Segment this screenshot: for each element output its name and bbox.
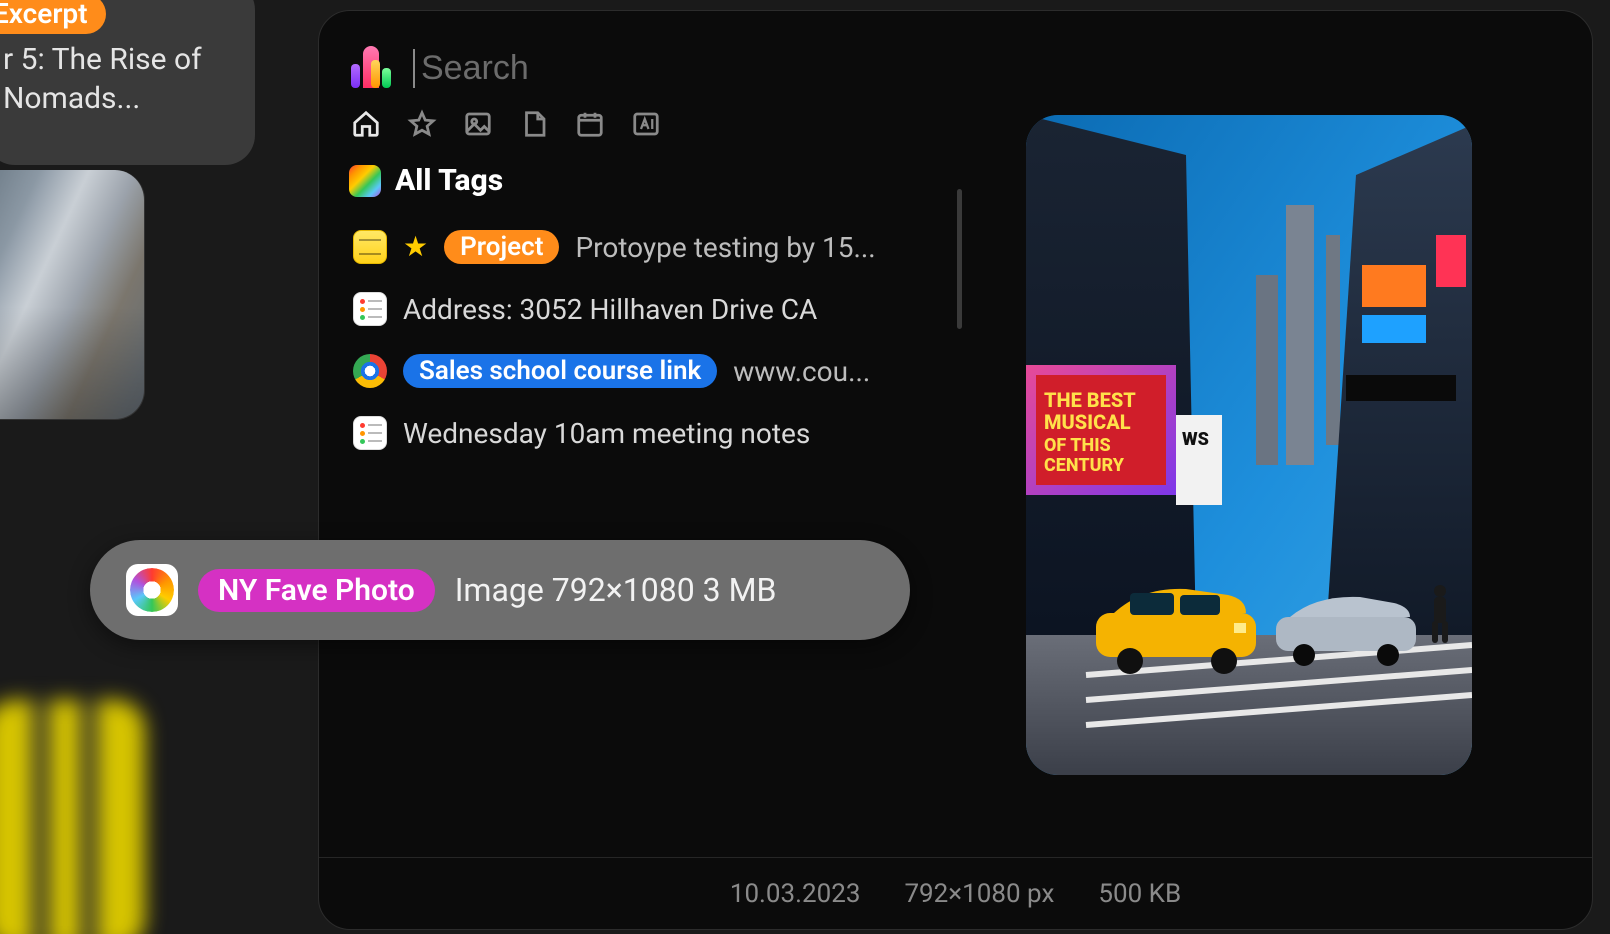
image-icon[interactable]	[463, 109, 493, 139]
spotlight-window: All Tags ★ Project Protoype testing by 1…	[318, 10, 1593, 930]
result-text: Protoype testing by 15...	[575, 231, 900, 264]
notes-app-icon	[353, 230, 387, 264]
calendar-icon[interactable]	[575, 109, 605, 139]
app-logo-icon	[349, 46, 393, 90]
result-text: Wednesday 10am meeting notes	[403, 417, 900, 450]
background-excerpt-card: Excerpt r 5: The Rise of Nomads...	[0, 0, 255, 165]
preview-image: THE BEST MUSICAL OF THIS CENTURY WS	[1026, 115, 1472, 775]
excerpt-pill: Excerpt	[0, 0, 106, 34]
result-item[interactable]: Wednesday 10am meeting notes	[349, 402, 904, 464]
background-thumbnail-train	[0, 700, 145, 934]
svg-text:THE BEST: THE BEST	[1044, 388, 1136, 412]
status-date: 10.03.2023	[730, 879, 861, 909]
ai-icon[interactable]	[631, 109, 661, 139]
tag-pill: NY Fave Photo	[198, 569, 435, 612]
svg-text:MUSICAL: MUSICAL	[1044, 410, 1131, 434]
chrome-app-icon	[353, 354, 387, 388]
scrollbar-thumb[interactable]	[957, 189, 962, 329]
search-input[interactable]	[413, 49, 1562, 88]
status-size: 500 KB	[1098, 879, 1181, 909]
result-text: www.cou...	[733, 355, 900, 388]
section-title: All Tags	[395, 163, 503, 198]
star-badge-icon: ★	[403, 233, 428, 261]
reminders-app-icon	[353, 416, 387, 450]
svg-text:CENTURY: CENTURY	[1044, 455, 1125, 476]
result-item[interactable]: Sales school course link www.cou...	[349, 340, 904, 402]
home-icon[interactable]	[351, 109, 381, 139]
excerpt-title: r 5: The Rise of Nomads...	[3, 42, 202, 116]
photos-app-icon	[126, 564, 178, 616]
status-dimensions: 792×1080 px	[904, 879, 1054, 909]
reminders-app-icon	[353, 292, 387, 326]
tag-pill: Project	[444, 230, 559, 264]
result-text: Image 792×1080 3 MB	[455, 571, 777, 609]
star-icon[interactable]	[407, 109, 437, 139]
result-text: Address: 3052 Hillhaven Drive CA	[403, 293, 900, 326]
note-icon[interactable]	[519, 109, 549, 139]
highlighted-result[interactable]: NY Fave Photo Image 792×1080 3 MB	[90, 540, 910, 640]
tag-pill: Sales school course link	[403, 354, 717, 388]
all-tags-icon	[349, 165, 381, 197]
result-item[interactable]: ★ Project Protoype testing by 15...	[349, 216, 904, 278]
header	[349, 33, 1562, 103]
result-item[interactable]: Address: 3052 Hillhaven Drive CA	[349, 278, 904, 340]
svg-text:OF THIS: OF THIS	[1044, 435, 1111, 456]
svg-text:WS: WS	[1182, 429, 1209, 450]
background-thumbnail-canyon	[0, 170, 145, 420]
status-bar: 10.03.2023 792×1080 px 500 KB	[319, 857, 1592, 929]
